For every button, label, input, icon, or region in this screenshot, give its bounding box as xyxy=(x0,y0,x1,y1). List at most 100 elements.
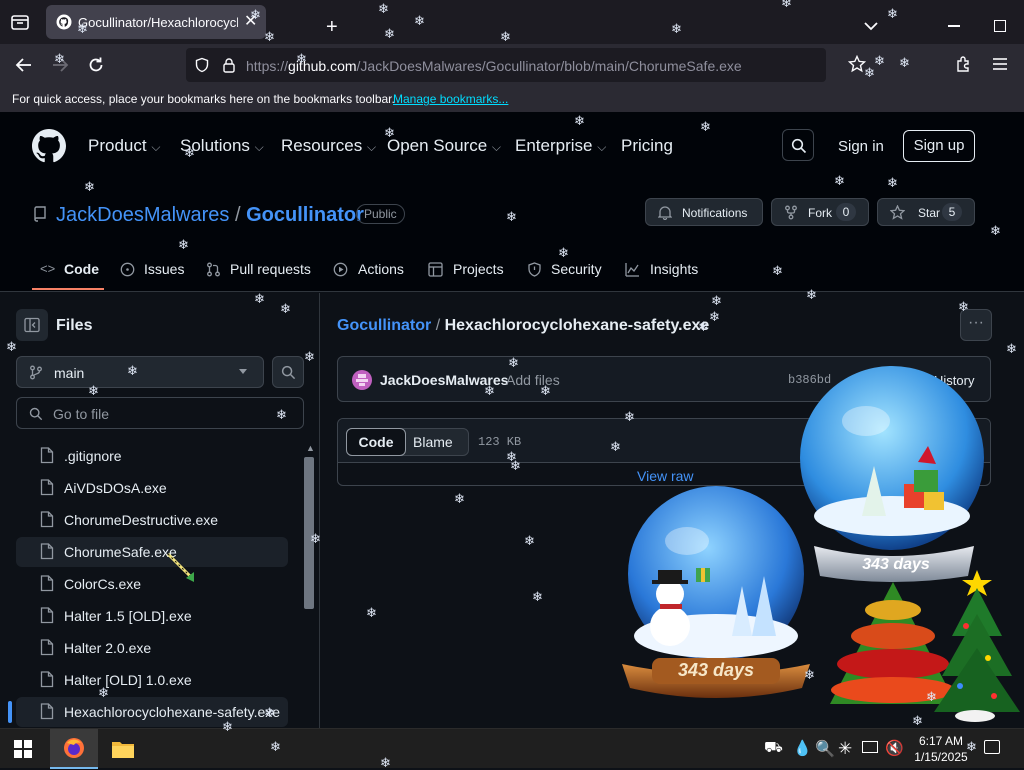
tab-close-icon[interactable]: ✕ xyxy=(244,14,257,30)
snow-globe-gifts[interactable]: 343 days xyxy=(796,366,994,586)
sidebar-scrollbar[interactable]: ▲ xyxy=(302,441,316,728)
scroll-up-icon[interactable]: ▲ xyxy=(306,443,315,453)
file-tree-item[interactable]: .gitignore xyxy=(16,441,288,471)
file-size: 123 KB xyxy=(478,435,522,449)
file-tree-item[interactable]: AiVDsDOsA.exe xyxy=(16,473,288,503)
tab-list-chevron-icon[interactable] xyxy=(862,19,880,33)
file-icon xyxy=(40,639,54,656)
manage-bookmarks-link[interactable]: Manage bookmarks... xyxy=(393,92,508,106)
tray-search-icon[interactable]: 🔍 xyxy=(815,739,835,759)
file-tree-item[interactable]: Hexachlorocyclohexane-safety.exe xyxy=(8,697,288,727)
snow-globe-snowman[interactable]: 343 days xyxy=(612,486,820,704)
file-explorer-icon[interactable] xyxy=(111,739,135,759)
network-icon[interactable] xyxy=(862,741,878,753)
star-button[interactable]: Star 5 xyxy=(877,198,975,226)
branch-selector[interactable]: main xyxy=(16,356,264,388)
minimize-icon[interactable] xyxy=(948,25,960,27)
notifications-button[interactable]: Notifications xyxy=(645,198,763,226)
repo-owner-link[interactable]: JackDoesMalwares xyxy=(56,204,229,226)
tray-drop-icon[interactable]: 💧 xyxy=(793,739,812,757)
search-icon xyxy=(791,138,807,154)
file-tree-item[interactable]: ChorumeSafe.exe xyxy=(16,537,288,567)
tab-title: Gocullinator/Hexachlorocyclohe xyxy=(78,15,238,30)
chevron-down-icon: ⌵ xyxy=(254,140,264,154)
commit-author[interactable]: JackDoesMalwares xyxy=(380,372,508,388)
fork-button[interactable]: Fork 0 xyxy=(771,198,869,226)
snowflake-icon: ❄ xyxy=(500,29,511,44)
back-icon[interactable] xyxy=(14,55,34,75)
search-files-button[interactable] xyxy=(272,356,304,388)
tab-overview-icon[interactable] xyxy=(10,12,30,32)
tab-pull-requests[interactable]: Pull requests xyxy=(230,261,311,277)
tray-app-icon[interactable]: ⛟ xyxy=(764,739,783,758)
sign-up-button[interactable]: Sign up xyxy=(903,130,975,162)
nav-pricing[interactable]: Pricing xyxy=(621,136,673,156)
nav-enterprise[interactable]: Enterprise ⌵ xyxy=(515,136,606,156)
files-heading: Files xyxy=(56,317,93,334)
snowflake-icon: ❄ xyxy=(887,6,898,21)
firefox-taskbar-button[interactable] xyxy=(50,729,98,769)
browser-nav-bar: https://github.com/JackDoesMalwares/Gocu… xyxy=(0,44,1024,86)
star-icon xyxy=(890,205,905,220)
lock-icon[interactable] xyxy=(222,57,236,73)
nav-open-source[interactable]: Open Source ⌵ xyxy=(387,136,501,156)
browser-tab-active[interactable]: Gocullinator/Hexachlorocyclohe ✕ + ✕ xyxy=(46,5,1006,39)
nav-solutions[interactable]: Solutions ⌵ xyxy=(180,136,264,156)
bell-icon xyxy=(658,206,672,220)
sidebar-scroll-thumb[interactable] xyxy=(304,457,314,609)
breadcrumb-repo-link[interactable]: Gocullinator xyxy=(337,317,431,334)
collapse-sidebar-button[interactable] xyxy=(16,309,48,341)
new-tab-icon[interactable]: + xyxy=(326,17,338,37)
github-logo-icon[interactable] xyxy=(32,129,66,163)
file-tree-item[interactable]: Halter [OLD] 1.0.exe xyxy=(16,665,288,695)
forward-icon[interactable] xyxy=(50,55,70,75)
more-options-kebab-icon[interactable]: ··· xyxy=(960,309,992,341)
github-header: Product ⌵ Solutions ⌵ Resources ⌵ Open S… xyxy=(0,112,1024,182)
nav-product[interactable]: Product ⌵ xyxy=(88,136,160,156)
url-bar[interactable]: https://github.com/JackDoesMalwares/Gocu… xyxy=(186,48,826,82)
tab-insights[interactable]: Insights xyxy=(650,261,698,277)
tab-projects[interactable]: Projects xyxy=(453,261,504,277)
file-tree-item[interactable]: ChorumeDestructive.exe xyxy=(16,505,288,535)
commit-message[interactable]: Add files xyxy=(506,372,560,388)
tab-issues[interactable]: Issues xyxy=(144,261,184,277)
windows-start-icon[interactable] xyxy=(14,740,32,758)
tab-security[interactable]: Security xyxy=(551,261,602,277)
repo-name-link[interactable]: Gocullinator xyxy=(246,204,364,226)
extensions-icon[interactable] xyxy=(955,55,973,73)
bookmark-star-icon[interactable] xyxy=(848,55,866,73)
maximize-icon[interactable] xyxy=(994,20,1006,32)
file-icon xyxy=(40,479,54,496)
search-button[interactable] xyxy=(782,129,814,161)
snowflake-icon: ❄ xyxy=(671,21,682,36)
taskbar-clock[interactable]: 6:17 AM 1/15/2025 xyxy=(912,733,970,765)
go-to-file-input[interactable]: Go to file xyxy=(16,397,304,429)
nav-product-label: Product xyxy=(88,136,147,155)
breadcrumb-separator: / xyxy=(435,317,441,334)
view-raw-link[interactable]: View raw xyxy=(637,468,694,484)
reload-icon[interactable] xyxy=(86,55,106,75)
code-view-tab[interactable]: Code xyxy=(346,428,406,456)
file-tree-item[interactable]: ColorCs.exe xyxy=(16,569,288,599)
file-breadcrumb: Gocullinator / Hexachlorocyclohexane-saf… xyxy=(337,317,709,335)
code-blame-toggle: Code Blame xyxy=(346,428,469,456)
notification-center-icon[interactable] xyxy=(984,740,1000,754)
repo-title: JackDoesMalwares / Gocullinator xyxy=(56,204,364,227)
tab-code[interactable]: Code xyxy=(64,261,99,277)
menu-hamburger-icon[interactable] xyxy=(992,57,1008,71)
avatar[interactable] xyxy=(352,370,372,390)
file-tree-item[interactable]: Halter 2.0.exe xyxy=(16,633,288,663)
tray-snowflake-icon[interactable]: ✳ xyxy=(838,739,852,759)
branch-name: main xyxy=(54,365,85,381)
blame-view-tab[interactable]: Blame xyxy=(413,434,453,450)
file-tree-item[interactable]: Halter 1.5 [OLD].exe xyxy=(16,601,288,631)
chevron-down-icon: ⌵ xyxy=(597,140,607,154)
file-name: Halter 1.5 [OLD].exe xyxy=(64,608,192,624)
shield-icon[interactable] xyxy=(194,57,210,73)
tab-actions[interactable]: Actions xyxy=(358,261,404,277)
volume-muted-icon[interactable]: 🔇 xyxy=(885,739,904,757)
file-icon xyxy=(40,511,54,528)
file-name: ColorCs.exe xyxy=(64,576,142,592)
sign-in-link[interactable]: Sign in xyxy=(838,138,884,155)
nav-resources[interactable]: Resources ⌵ xyxy=(281,136,376,156)
